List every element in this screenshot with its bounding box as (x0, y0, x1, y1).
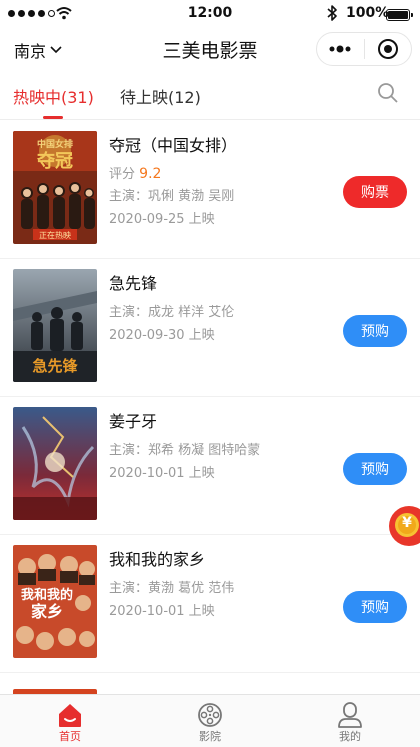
tab-home-label: 首页 (59, 730, 81, 743)
battery-percent: 100% (346, 5, 390, 21)
movie-item[interactable]: 急先锋 急先锋 主演：成龙 样洋 艾伦 2020-09-30 上映 预购 (0, 259, 420, 397)
status-bar: 12:00 100% (0, 0, 420, 28)
score-value: 9.2 (139, 166, 162, 182)
yuan-icon: ¥ (402, 515, 412, 531)
movie-item[interactable]: 中国女排 夺冠 正在热映 夺冠（中国女排） 评分 9.2 主演：巩俐 黄渤 吴刚… (0, 121, 420, 259)
movie-cast: 主演：郑希 杨凝 图特哈蒙 (109, 443, 261, 458)
svg-text:夺冠: 夺冠 (37, 150, 73, 172)
score-label: 评分 (109, 167, 136, 182)
nav-bar: 南京 三美电影票 (0, 28, 420, 70)
movie-title: 姜子牙 (109, 412, 158, 431)
home-icon (59, 704, 81, 727)
tab-active-indicator (43, 116, 63, 119)
tab-mine[interactable]: 我的 (280, 695, 420, 747)
buy-ticket-button[interactable]: 购票 (343, 176, 407, 208)
battery-icon (386, 9, 410, 21)
bottom-tab-bar: 首页 影院 我的 (0, 694, 420, 747)
bluetooth-icon (327, 5, 337, 21)
movie-item[interactable]: 我和我的 家乡 我和我的家乡 主演：黄渤 葛优 范伟 2020-10-01 上映… (0, 535, 420, 673)
movie-list: 中国女排 夺冠 正在热映 夺冠（中国女排） 评分 9.2 主演：巩俐 黄渤 吴刚… (0, 121, 420, 694)
svg-text:急先锋: 急先锋 (32, 357, 78, 375)
tab-cinema-label: 影院 (199, 730, 221, 743)
presale-button[interactable]: 预购 (343, 591, 407, 623)
svg-text:我和我的: 我和我的 (21, 587, 73, 603)
presale-button[interactable]: 预购 (343, 453, 407, 485)
film-reel-icon (198, 703, 222, 727)
tab-mine-label: 我的 (339, 730, 361, 743)
movie-cast: 主演：成龙 样洋 艾伦 (109, 305, 235, 320)
movie-poster: 中国女排 夺冠 正在热映 (13, 131, 97, 244)
miniprogram-capsule (316, 32, 412, 66)
tab-now-showing[interactable]: 热映中(31) (13, 84, 94, 108)
battery-tip (411, 13, 413, 17)
svg-text:中国女排: 中国女排 (37, 138, 73, 150)
app-root: 12:00 100% 南京 三美电影票 热映中(31) 待上映(12) 中国女排… (0, 0, 420, 747)
movie-poster: 我和我的 家乡 (13, 545, 97, 658)
movie-release: 2020-10-01 上映 (109, 466, 215, 481)
movie-release: 2020-09-25 上映 (109, 212, 215, 227)
movie-title: 夺冠（中国女排） (109, 136, 238, 155)
presale-button[interactable]: 预购 (343, 315, 407, 347)
movie-poster (13, 407, 97, 520)
target-icon (377, 39, 398, 59)
svg-text:正在热映: 正在热映 (39, 230, 71, 240)
movie-score: 评分 9.2 (109, 163, 161, 182)
tab-home[interactable]: 首页 (0, 695, 140, 747)
tab-cinema[interactable]: 影院 (140, 695, 280, 747)
movie-cast: 主演：巩俐 黄渤 吴刚 (109, 189, 235, 204)
movie-release: 2020-10-01 上映 (109, 604, 215, 619)
movie-poster: 急先锋 (13, 269, 97, 382)
more-button[interactable] (317, 33, 364, 65)
movie-title: 我和我的家乡 (109, 550, 206, 569)
coupon-float-button[interactable]: ¥ (385, 505, 420, 547)
search-icon[interactable] (377, 82, 399, 104)
svg-text:家乡: 家乡 (31, 602, 63, 621)
movie-release: 2020-09-30 上映 (109, 328, 215, 343)
tab-coming-soon[interactable]: 待上映(12) (120, 84, 201, 108)
tab-bar-top: 热映中(31) 待上映(12) (0, 70, 420, 120)
movie-item[interactable]: 姜子牙 主演：郑希 杨凝 图特哈蒙 2020-10-01 上映 预购 (0, 397, 420, 535)
movie-title: 急先锋 (109, 274, 158, 293)
close-miniprogram-button[interactable] (365, 33, 412, 65)
movie-cast: 主演：黄渤 葛优 范伟 (109, 581, 235, 596)
more-dots-icon (329, 45, 351, 53)
user-icon (338, 702, 362, 728)
